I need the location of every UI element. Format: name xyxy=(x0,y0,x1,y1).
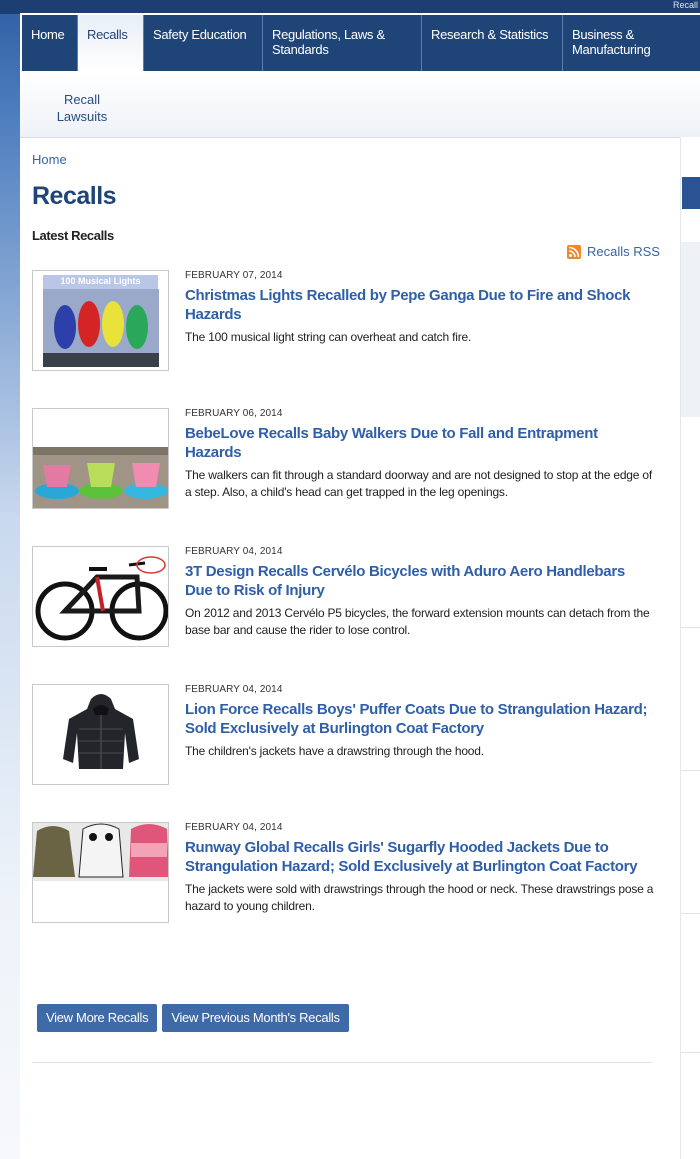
recall-content: FEBRUARY 04, 2014 Runway Global Recalls … xyxy=(185,822,655,915)
rss-link[interactable]: Recalls RSS xyxy=(567,244,660,259)
recall-date: FEBRUARY 07, 2014 xyxy=(185,270,283,281)
recall-date: FEBRUARY 04, 2014 xyxy=(185,684,283,695)
view-previous-month-button[interactable]: View Previous Month's Recalls xyxy=(162,1004,349,1032)
sidebar-box xyxy=(681,242,700,417)
recall-content: FEBRUARY 06, 2014 BebeLove Recalls Baby … xyxy=(185,408,655,501)
recall-description: The 100 musical light string can overhea… xyxy=(185,330,472,344)
main-nav: Home Recalls Safety Education Regulation… xyxy=(22,15,700,71)
recall-thumbnail-christmas-lights[interactable]: 100 Musical Lights xyxy=(32,270,169,371)
subnav-recall-lawsuits[interactable]: Recall Lawsuits xyxy=(50,91,114,125)
page: Home Recalls Safety Education Regulation… xyxy=(20,13,700,1159)
recall-description: The children's jackets have a drawstring… xyxy=(185,744,484,758)
recall-date: FEBRUARY 04, 2014 xyxy=(185,822,283,833)
recall-title-link[interactable]: BebeLove Recalls Baby Walkers Due to Fal… xyxy=(185,424,655,462)
right-sidebar xyxy=(680,137,700,1159)
page-title: Recalls xyxy=(32,182,117,210)
sidebar-divider xyxy=(681,913,700,914)
rss-icon xyxy=(567,244,581,259)
recall-content: FEBRUARY 04, 2014 3T Design Recalls Cerv… xyxy=(185,546,655,639)
recall-title-link[interactable]: Runway Global Recalls Girls' Sugarfly Ho… xyxy=(185,838,655,876)
recall-description: The jackets were sold with drawstrings t… xyxy=(185,882,654,913)
recall-thumbnail-baby-walkers[interactable] xyxy=(32,408,169,509)
breadcrumb-home[interactable]: Home xyxy=(32,152,67,167)
nav-home[interactable]: Home xyxy=(22,15,78,71)
nav-research-statistics[interactable]: Research & Statistics xyxy=(422,15,563,71)
recall-thumbnail-bicycle[interactable] xyxy=(32,546,169,647)
section-title: Latest Recalls xyxy=(32,228,114,243)
recall-title-link[interactable]: 3T Design Recalls Cervélo Bicycles with … xyxy=(185,562,655,600)
recall-content: FEBRUARY 04, 2014 Lion Force Recalls Boy… xyxy=(185,684,655,760)
sidebar-divider xyxy=(681,1052,700,1053)
facebook-icon[interactable] xyxy=(682,177,700,209)
nav-regulations[interactable]: Regulations, Laws & Standards xyxy=(263,15,422,71)
nav-recalls[interactable]: Recalls xyxy=(78,15,144,71)
pagination-buttons: View More Recalls View Previous Month's … xyxy=(37,1004,349,1032)
recall-thumbnail-hooded-jackets[interactable] xyxy=(32,822,169,923)
thumb-caption: 100 Musical Lights xyxy=(60,276,141,286)
view-more-recalls-button[interactable]: View More Recalls xyxy=(37,1004,158,1032)
nav-safety-education[interactable]: Safety Education xyxy=(144,15,263,71)
divider xyxy=(32,1062,652,1063)
sub-nav: Recall Lawsuits xyxy=(20,71,700,138)
recall-date: FEBRUARY 04, 2014 xyxy=(185,546,283,557)
nav-business-manufacturing[interactable]: Business & Manufacturing xyxy=(563,15,700,71)
rss-label: Recalls RSS xyxy=(587,244,660,259)
top-strip-text[interactable]: Recall xyxy=(673,0,698,10)
recall-thumbnail-puffer-coat[interactable] xyxy=(32,684,169,785)
sidebar-divider xyxy=(681,770,700,771)
top-strip: Recall xyxy=(0,0,700,14)
recall-title-link[interactable]: Christmas Lights Recalled by Pepe Ganga … xyxy=(185,286,655,324)
recall-date: FEBRUARY 06, 2014 xyxy=(185,408,283,419)
sidebar-divider xyxy=(681,627,700,628)
recall-content: FEBRUARY 07, 2014 Christmas Lights Recal… xyxy=(185,270,655,346)
recall-title-link[interactable]: Lion Force Recalls Boys' Puffer Coats Du… xyxy=(185,700,655,738)
recall-description: The walkers can fit through a standard d… xyxy=(185,468,652,499)
recall-description: On 2012 and 2013 Cervélo P5 bicycles, th… xyxy=(185,606,650,637)
